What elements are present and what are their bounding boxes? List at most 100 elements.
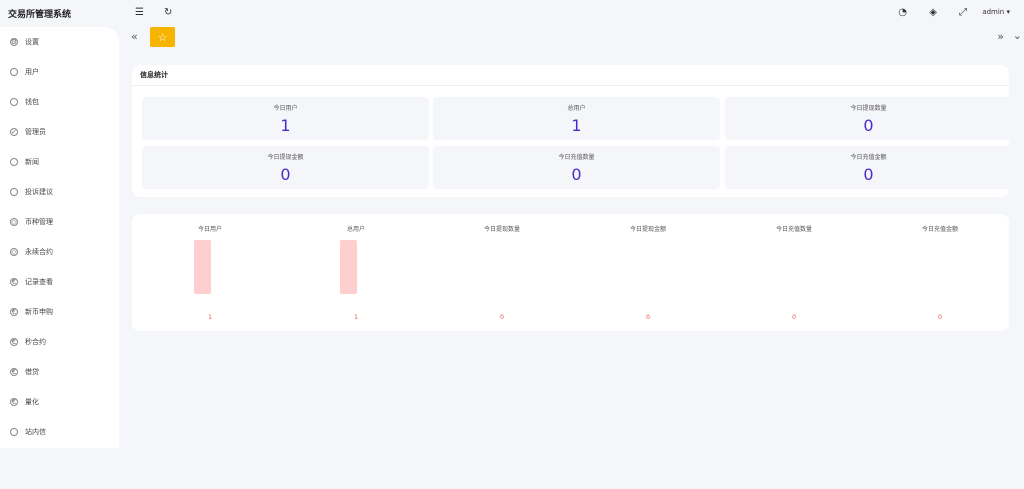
bar-column: 总用户 1: [286, 214, 426, 331]
sidebar-item-admins[interactable]: ✓ 管理员: [0, 117, 119, 147]
diamond-icon: ◇: [10, 218, 18, 226]
bar-value-label: 0: [938, 314, 942, 321]
sidebar-item-second-contract[interactable]: € 秒合约: [0, 327, 119, 357]
bar-category-label: 今日充值数量: [775, 226, 812, 233]
stat-value: 0: [863, 165, 874, 184]
stat-label: 今日用户: [273, 105, 298, 112]
sidebar-item-coins[interactable]: ◇ 币种管理: [0, 207, 119, 237]
sidebar-item-users[interactable]: 用户: [0, 57, 119, 87]
home-tab[interactable]: ☆: [150, 27, 175, 47]
stat-today-recharge-amount: 今日充值金额 0: [725, 146, 1012, 189]
sidebar-item-label: 站内信: [25, 428, 46, 436]
divider: [132, 85, 1009, 86]
sidebar-item-feedback[interactable]: 投诉建议: [0, 177, 119, 207]
euro-icon: €: [10, 278, 18, 286]
chevron-down-icon[interactable]: ⌄: [1013, 29, 1022, 42]
bar-column: 今日充值数量 0: [724, 214, 864, 331]
stat-label: 总用户: [567, 105, 586, 112]
stat-label: 今日充值数量: [558, 154, 595, 161]
sidebar-menu: ⚙ 设置 用户 钱包 ✓ 管理员 新闻 投诉建议 ◇ 币种管理 ◇ 永续合约 € 记录查看…: [0, 27, 119, 448]
sidebar-item-label: 设置: [25, 38, 39, 46]
euro-icon: €: [10, 398, 18, 406]
euro-icon: €: [10, 368, 18, 376]
sidebar-item-label: 币种管理: [25, 218, 53, 226]
bar-mark: [193, 240, 211, 294]
username: admin: [982, 8, 1005, 16]
diamond-icon: ◇: [10, 248, 18, 256]
sidebar-item-label: 钱包: [25, 98, 39, 106]
theme-icon[interactable]: ◔: [898, 7, 907, 19]
bar-column: 今日充值金额 0: [870, 214, 1010, 331]
sidebar-item-label: 新币申购: [25, 308, 53, 316]
topbar: ☰ ↻ ◔ ◈ ⤢ admin ▾: [119, 0, 1024, 27]
bar-category-label: 总用户: [346, 226, 365, 233]
stat-value: 0: [280, 165, 291, 184]
tabs-next-icon[interactable]: »: [997, 30, 1004, 43]
bar-value-label: 0: [792, 314, 796, 321]
stat-label: 今日提现数量: [850, 105, 887, 112]
bar-value-label: 1: [208, 314, 212, 321]
sidebar-item-records[interactable]: € 记录查看: [0, 267, 119, 297]
caret-down-icon: ▾: [1006, 8, 1010, 16]
sidebar-item-subscription[interactable]: € 新币申购: [0, 297, 119, 327]
stat-total-users: 总用户 1: [433, 97, 720, 140]
fullscreen-icon[interactable]: ⤢: [959, 7, 967, 19]
stat-today-withdraw-count: 今日提现数量 0: [725, 97, 1012, 140]
bar-value-label: 1: [354, 314, 358, 321]
bar-column: 今日用户 1: [140, 214, 280, 331]
shield-icon: ✓: [10, 128, 18, 136]
handshake-icon: [10, 188, 18, 196]
stat-value: 0: [863, 116, 874, 135]
bar-value-label: 0: [500, 314, 504, 321]
sidebar-item-label: 永续合约: [25, 248, 53, 256]
tag-icon[interactable]: ◈: [929, 7, 937, 19]
sidebar-item-label: 投诉建议: [25, 188, 53, 196]
collapse-menu-icon[interactable]: ☰: [135, 7, 144, 19]
sidebar-item-label: 量化: [25, 398, 39, 406]
stats-card: 信息统计 今日用户 1 总用户 1 今日提现数量 0 今日提现金额 0 今日充值…: [132, 65, 1012, 197]
stat-value: 1: [571, 116, 582, 135]
sidebar: 交易所管理系统 ⚙ 设置 用户 钱包 ✓ 管理员 新闻 投诉建议 ◇ 币种管理 ◇ 永续…: [0, 0, 119, 489]
euro-icon: €: [10, 308, 18, 316]
sidebar-item-label: 用户: [25, 68, 39, 76]
tabs-bar: « ☆ » ⌄: [119, 27, 1024, 49]
sidebar-item-label: 借贷: [25, 368, 39, 376]
sidebar-item-settings[interactable]: ⚙ 设置: [0, 27, 119, 57]
refresh-icon[interactable]: ↻: [164, 7, 172, 19]
sidebar-item-label: 管理员: [25, 128, 46, 136]
sidebar-item-loan[interactable]: € 借贷: [0, 357, 119, 387]
sidebar-item-label: 记录查看: [25, 278, 53, 286]
euro-icon: €: [10, 338, 18, 346]
stat-label: 今日充值金额: [850, 154, 887, 161]
sidebar-item-label: 秒合约: [25, 338, 46, 346]
sidebar-item-messages[interactable]: 站内信: [0, 417, 119, 447]
sidebar-item-label: 新闻: [25, 158, 39, 166]
bar-value-label: 0: [646, 314, 650, 321]
bar-chart-card: 今日用户 1 总用户 1 今日提现数量 0 今日提现金额 0 今日充值数量 0 今日充值金额 0: [132, 214, 1009, 331]
bar-column: 今日提现金额 0: [578, 214, 718, 331]
stat-today-users: 今日用户 1: [142, 97, 429, 140]
bar-column: 今日提现数量 0: [432, 214, 572, 331]
bar-mark: [339, 240, 357, 294]
wallet-icon: [10, 98, 18, 106]
stat-today-recharge-count: 今日充值数量 0: [433, 146, 720, 189]
bar-category-label: 今日充值金额: [921, 226, 958, 233]
bar-category-label: 今日用户: [197, 226, 222, 233]
stat-value: 1: [280, 116, 291, 135]
stat-value: 0: [571, 165, 582, 184]
star-icon: ☆: [157, 30, 168, 44]
user-icon: [10, 68, 18, 76]
sidebar-item-perpetual[interactable]: ◇ 永续合约: [0, 237, 119, 267]
stat-label: 今日提现金额: [267, 154, 304, 161]
sidebar-item-quant[interactable]: € 量化: [0, 387, 119, 417]
gear-icon: ⚙: [10, 38, 18, 46]
app-title: 交易所管理系统: [8, 10, 72, 20]
tag-icon: [10, 158, 18, 166]
bar-category-label: 今日提现数量: [483, 226, 520, 233]
user-menu[interactable]: admin ▾: [982, 8, 1010, 16]
tabs-prev-icon[interactable]: «: [131, 30, 138, 43]
stats-title: 信息统计: [140, 71, 168, 79]
sidebar-item-news[interactable]: 新闻: [0, 147, 119, 177]
sidebar-item-wallet[interactable]: 钱包: [0, 87, 119, 117]
bell-icon: [10, 428, 18, 436]
